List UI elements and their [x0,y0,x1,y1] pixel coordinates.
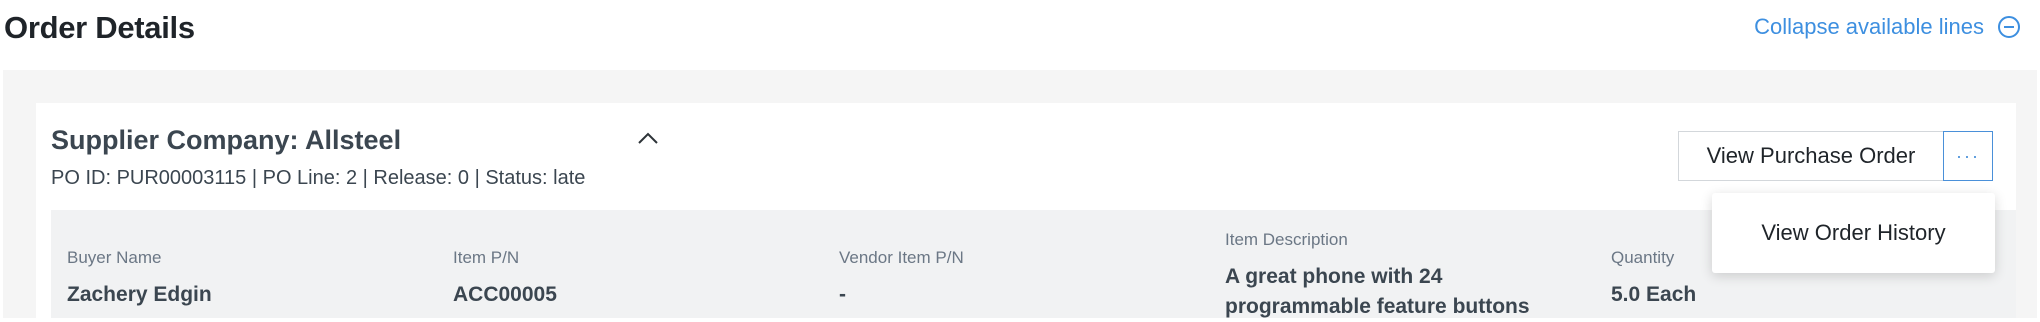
field-label: Item P/N [453,248,520,267]
field-value: - [839,283,846,306]
page-title: Order Details [4,10,195,45]
vendor-item-pn-field: Vendor Item P/N - [839,248,1199,310]
page-header: Order Details Collapse available lines [0,0,2040,70]
order-lines-panel: Supplier Company: Allsteel PO ID: PUR000… [3,70,2037,318]
chevron-up-icon[interactable] [636,129,660,149]
supplier-title: Supplier Company: Allsteel [51,125,402,155]
field-label: Vendor Item P/N [839,248,964,267]
collapse-lines-label[interactable]: Collapse available lines [1754,14,1984,40]
po-meta: PO ID: PUR00003115 | PO Line: 2 | Releas… [51,167,586,189]
ellipsis-icon: ··· [1956,145,1980,166]
item-description-field: Item Description A great phone with 24 p… [1225,230,1585,322]
field-value: 5.0 Each [1611,283,1697,306]
more-options-button[interactable]: ··· [1943,131,1993,181]
field-label: Item Description [1225,230,1348,249]
collapse-lines-link[interactable]: Collapse available lines [1754,14,2020,40]
item-pn-field: Item P/N ACC00005 [453,248,813,310]
field-value: ACC00005 [453,283,557,306]
field-label: Buyer Name [67,248,162,267]
view-purchase-order-button[interactable]: View Purchase Order [1678,131,1944,181]
view-order-history-menu-item[interactable]: View Order History [1712,193,1995,273]
order-line-card: Supplier Company: Allsteel PO ID: PUR000… [36,103,2016,318]
more-options-menu: View Order History [1712,193,1995,273]
buyer-name-field: Buyer Name Zachery Edgin [67,248,427,310]
minus-circle-icon[interactable] [1998,16,2020,38]
field-value: Zachery Edgin [67,283,212,306]
field-value: A great phone with 24 programmable featu… [1225,265,1530,318]
